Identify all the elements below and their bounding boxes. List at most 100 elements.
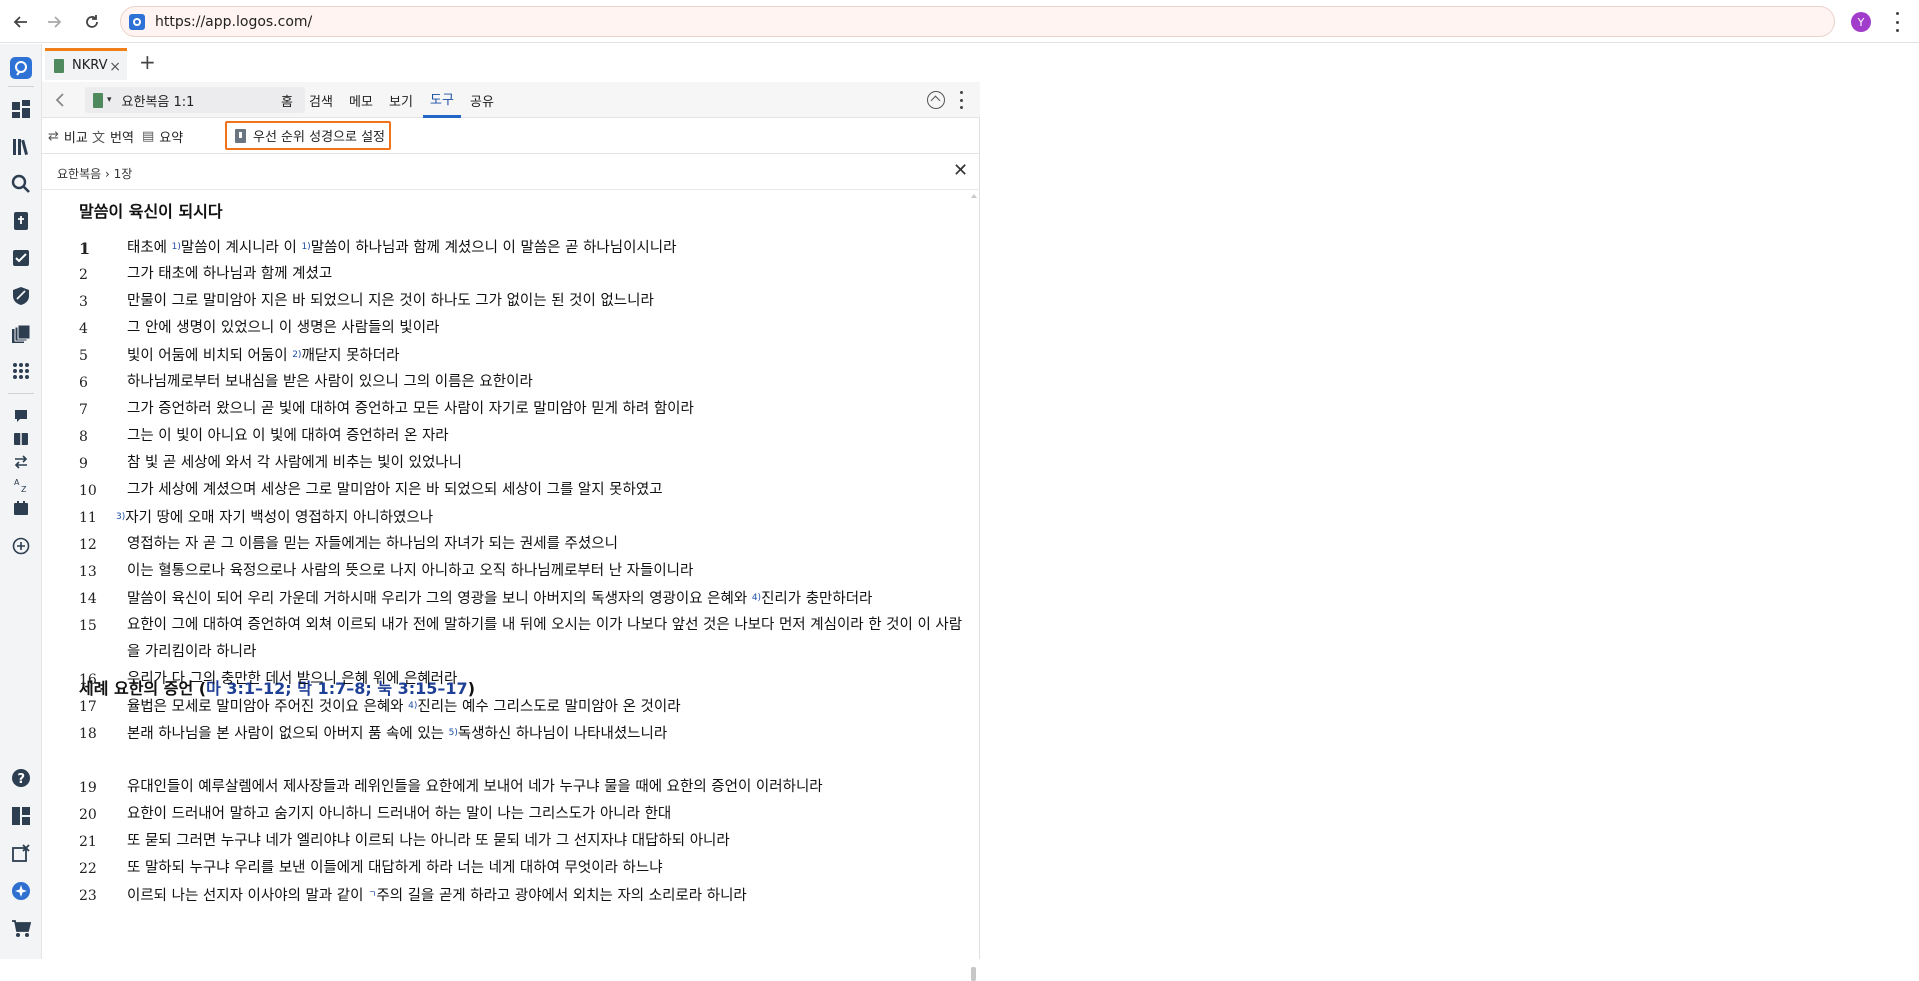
verse-number[interactable]: 3 [79, 294, 88, 310]
verse-number[interactable]: 21 [79, 834, 97, 850]
bible-icon[interactable] [9, 209, 33, 233]
ai-assistant-icon[interactable] [9, 879, 33, 903]
verse-segment: 독생하신 하나님이 나타내셨느니라 [457, 726, 668, 742]
verse-segment: 주의 길을 곧게 하라고 광야에서 외치는 자의 소리로라 하니라 [376, 888, 747, 904]
verse-text: 이르되 나는 선지자 이사야의 말과 같이 ㄱ주의 길을 곧게 하라고 광야에서… [127, 882, 972, 910]
verse-segment: 말씀이 하나님과 함께 계셨으니 이 말씀은 곧 하나님이시니라 [310, 240, 677, 256]
verse-number[interactable]: 17 [79, 699, 97, 715]
verse-number[interactable]: 12 [79, 537, 97, 553]
footnote-marker[interactable]: 4) [408, 701, 417, 711]
verse-number[interactable]: 16 [79, 672, 97, 688]
reload-icon[interactable] [81, 11, 103, 33]
verse-text: 그가 증언하러 왔으니 곧 빛에 대하여 증언하고 모든 사람이 자기로 말미암… [127, 396, 972, 423]
close-panels-icon[interactable] [9, 841, 33, 865]
footnote-marker[interactable]: 1) [301, 242, 310, 252]
summary-label: 요약 [159, 130, 184, 146]
notes-icon[interactable] [9, 404, 33, 428]
compare-icon[interactable] [9, 450, 33, 474]
verse-number[interactable]: 9 [79, 456, 88, 472]
tab-notes[interactable]: 메모 [349, 82, 373, 118]
breadcrumb[interactable]: 요한복음 › 1장 [57, 165, 132, 182]
compare-label: 비교 [63, 130, 88, 146]
footnote-marker[interactable]: 5) [449, 728, 458, 738]
calendar-icon[interactable] [9, 496, 33, 520]
app-sidebar: AZ ? [0, 44, 42, 959]
verse-number[interactable]: 18 [79, 726, 97, 742]
verse-number[interactable]: 22 [79, 861, 97, 877]
search-icon[interactable] [9, 172, 33, 196]
browser-menu-icon[interactable] [1893, 12, 1901, 32]
shield-icon[interactable] [9, 284, 33, 308]
tab-search[interactable]: 검색 [309, 82, 333, 118]
verse-number[interactable]: 23 [79, 888, 97, 904]
panel-layout-icon[interactable] [9, 804, 33, 828]
verse-number[interactable]: 13 [79, 564, 97, 580]
panel-toolbar: ▾ 요한복음 1:1 홈 검색 메모 보기 도구 공유 [42, 82, 980, 118]
site-favicon-icon [129, 14, 145, 30]
layouts-icon[interactable] [9, 322, 33, 346]
verse-number[interactable]: 4 [79, 321, 88, 337]
verse-number[interactable]: 2 [79, 267, 88, 283]
tab-home[interactable]: 홈 [281, 82, 293, 118]
verse-number[interactable]: 1 [79, 239, 90, 258]
verse-number[interactable]: 15 [79, 618, 97, 634]
sort-az-icon[interactable]: AZ [9, 473, 33, 497]
verse-number[interactable]: 20 [79, 807, 97, 823]
verse-number[interactable]: 5 [79, 348, 88, 364]
verse-segment: 참 빛 곧 세상에 와서 각 사람에게 비추는 빛이 있었나니 [127, 455, 462, 471]
new-tab-button[interactable]: + [139, 52, 156, 72]
compare-button[interactable]: ⇄ 비교 [48, 118, 88, 154]
svg-text:A: A [14, 478, 20, 487]
cart-icon[interactable] [9, 917, 33, 941]
help-icon[interactable]: ? [9, 766, 33, 790]
library-icon[interactable] [9, 135, 33, 159]
verse-number[interactable]: 19 [79, 780, 97, 796]
tab-close-icon[interactable]: × [109, 59, 121, 75]
add-circle-icon[interactable] [9, 534, 33, 558]
scroll-thumb[interactable] [971, 967, 976, 981]
close-icon[interactable]: ✕ [953, 162, 968, 180]
verse-segment: 그가 세상에 계셨으며 세상은 그로 말미암아 지은 바 되었으되 세상이 그를… [127, 482, 663, 498]
panel-menu-icon[interactable] [958, 91, 964, 109]
profile-avatar[interactable]: Y [1851, 12, 1871, 32]
footnote-marker[interactable]: 4) [752, 593, 761, 603]
tab-label: NKRV [72, 58, 108, 73]
translate-icon: 文 [92, 130, 106, 146]
verse-segment: 깨닫지 못하더라 [301, 348, 400, 364]
scrollbar[interactable] [970, 194, 978, 981]
chevron-down-icon[interactable]: ▾ [107, 95, 112, 105]
verse-number[interactable]: 7 [79, 402, 88, 418]
footnote-marker[interactable]: 3) [116, 512, 125, 522]
back-icon[interactable] [10, 11, 32, 33]
breadcrumb-bar: 요한복음 › 1장 ✕ [42, 154, 980, 190]
reference-text: 요한복음 1:1 [121, 94, 195, 110]
workflows-icon[interactable] [9, 246, 33, 270]
verse-text: 빛이 어둠에 비치되 어둠이 2)깨닫지 못하더라 [127, 342, 972, 370]
apps-grid-icon[interactable] [9, 359, 33, 383]
verse-segment: 영접하는 자 곧 그 이름을 믿는 자들에게는 하나님의 자녀가 되는 권세를 … [127, 536, 618, 552]
verse-text: 요한이 그에 대하여 증언하여 외쳐 이르되 내가 전에 말하기를 내 뒤에 오… [127, 612, 972, 666]
verse-number[interactable]: 11 [79, 510, 97, 526]
tab-view[interactable]: 보기 [389, 82, 413, 118]
tab-share[interactable]: 공유 [470, 82, 494, 118]
tab-tools[interactable]: 도구 [423, 82, 461, 118]
verse-number[interactable]: 6 [79, 375, 88, 391]
footnote-marker[interactable]: 1) [172, 242, 181, 252]
verse-number[interactable]: 10 [79, 483, 97, 499]
scroll-up-icon[interactable] [971, 194, 977, 198]
svg-text:?: ? [18, 772, 26, 787]
address-bar[interactable]: https://app.logos.com/ [120, 6, 1835, 37]
verse-number[interactable]: 8 [79, 429, 88, 445]
collapse-up-icon[interactable] [927, 91, 945, 109]
tab-nkrv[interactable]: NKRV × [45, 48, 127, 80]
translate-button[interactable]: 文 번역 [92, 118, 134, 154]
dashboard-icon[interactable] [9, 97, 33, 121]
verse-number[interactable]: 14 [79, 591, 97, 607]
forward-icon[interactable] [43, 11, 65, 33]
guides-icon[interactable] [9, 427, 33, 451]
logos-logo-icon[interactable] [9, 56, 33, 80]
reference-box[interactable]: ▾ 요한복음 1:1 [85, 87, 305, 113]
panel-back-icon[interactable] [52, 91, 70, 109]
summary-button[interactable]: ▤ 요약 [142, 118, 183, 154]
set-preferred-bible-button[interactable]: 우선 순위 성경으로 설정 [225, 121, 391, 150]
